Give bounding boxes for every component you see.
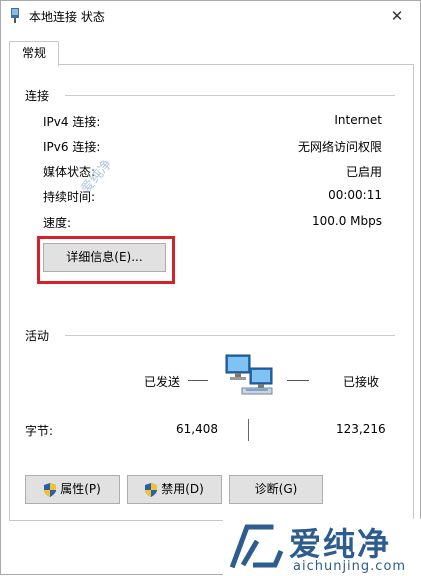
ipv6-value: 无网络访问权限 bbox=[297, 140, 382, 154]
tab-label: 常规 bbox=[21, 46, 46, 60]
disable-button[interactable]: 禁用(D) bbox=[127, 475, 222, 504]
speed-value: 100.0 Mbps bbox=[311, 214, 382, 228]
brand-logo-icon bbox=[229, 524, 284, 569]
bytes-label: 字节: bbox=[25, 424, 54, 438]
speed-label: 速度: bbox=[43, 216, 72, 230]
disable-button-label: 禁用(D) bbox=[161, 482, 204, 496]
shield-icon bbox=[145, 482, 158, 497]
window-title: 本地连接 状态 bbox=[29, 10, 105, 24]
title-bar[interactable]: 本地连接 状态 ✕ bbox=[1, 1, 420, 31]
shield-icon bbox=[44, 482, 57, 497]
diagnose-button-label: 诊断(G) bbox=[254, 482, 298, 496]
media-state-value: 已启用 bbox=[345, 165, 382, 179]
connection-divider bbox=[65, 95, 395, 96]
ipv4-label: IPv4 连接: bbox=[43, 115, 101, 129]
tab-general[interactable]: 常规 bbox=[9, 41, 59, 66]
diagnose-button[interactable]: 诊断(G) bbox=[229, 475, 323, 504]
network-adapter-icon bbox=[11, 8, 19, 23]
sent-connector bbox=[188, 380, 208, 381]
ipv4-value: Internet bbox=[334, 113, 382, 127]
activity-group-title: 活动 bbox=[25, 329, 50, 343]
status-dialog: 本地连接 状态 ✕ 常规 连接 IPv4 连接: Internet IPv6 连… bbox=[0, 0, 421, 576]
close-button[interactable]: ✕ bbox=[374, 1, 420, 31]
duration-value: 00:00:11 bbox=[328, 188, 382, 202]
bytes-sent-value: 61,408 bbox=[176, 422, 218, 436]
received-label: 已接收 bbox=[343, 375, 380, 389]
general-panel: 连接 IPv4 连接: Internet IPv6 连接: 无网络访问权限 媒体… bbox=[9, 64, 414, 521]
tab-strip: 常规 bbox=[9, 41, 414, 66]
activity-divider bbox=[65, 335, 395, 336]
brand-url: aichunjing.com bbox=[293, 559, 407, 574]
bytes-received-value: 123,216 bbox=[336, 422, 386, 436]
sent-label: 已发送 bbox=[144, 375, 181, 389]
ipv6-label: IPv6 连接: bbox=[43, 140, 101, 154]
bytes-divider bbox=[248, 419, 249, 441]
connection-group-title: 连接 bbox=[25, 89, 50, 103]
brand-watermark: 爱纯净 aichunjing.com bbox=[223, 519, 421, 576]
network-computers-icon bbox=[225, 354, 273, 395]
received-connector bbox=[287, 380, 309, 381]
close-icon: ✕ bbox=[390, 7, 404, 25]
highlight-box bbox=[37, 236, 175, 284]
properties-button[interactable]: 属性(P) bbox=[25, 475, 120, 504]
properties-button-label: 属性(P) bbox=[60, 482, 101, 496]
